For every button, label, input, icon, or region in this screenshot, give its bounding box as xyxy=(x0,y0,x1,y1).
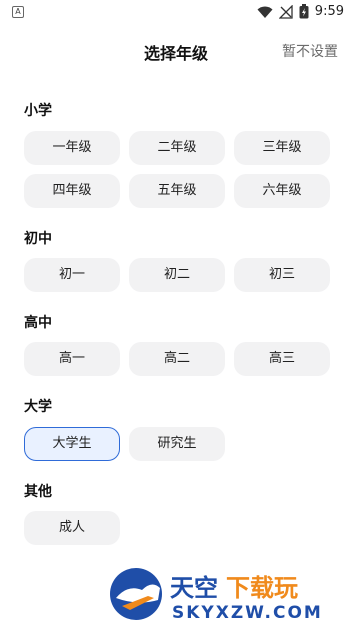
header: 选择年级 暂不设置 xyxy=(0,32,352,68)
notification-icon: A xyxy=(12,6,24,18)
grade-chip-grade-5[interactable]: 五年级 xyxy=(129,174,225,208)
grade-chip-grade-3[interactable]: 三年级 xyxy=(234,131,330,165)
grade-chip-senior-2[interactable]: 高二 xyxy=(129,342,225,376)
section-title-junior-high: 初中 xyxy=(24,231,52,247)
grade-chip-grade-1[interactable]: 一年级 xyxy=(24,131,120,165)
grade-chip-undergraduate[interactable]: 大学生 xyxy=(24,427,120,461)
grade-chip-grade-2[interactable]: 二年级 xyxy=(129,131,225,165)
status-bar: A 9:59 xyxy=(0,0,352,24)
grade-chip-graduate[interactable]: 研究生 xyxy=(129,427,225,461)
grade-chip-grade-4[interactable]: 四年级 xyxy=(24,174,120,208)
grade-chip-junior-3[interactable]: 初三 xyxy=(234,258,330,292)
svg-text:SKYXZW.COM: SKYXZW.COM xyxy=(172,603,323,622)
battery-icon xyxy=(299,4,309,19)
section-title-primary: 小学 xyxy=(24,103,52,119)
grade-chip-senior-1[interactable]: 高一 xyxy=(24,342,120,376)
wifi-icon xyxy=(257,6,273,18)
grade-chip-senior-3[interactable]: 高三 xyxy=(234,342,330,376)
section-title-university: 大学 xyxy=(24,399,52,415)
grade-chip-adult[interactable]: 成人 xyxy=(24,511,120,545)
status-icons: 9:59 xyxy=(257,4,344,19)
svg-text:下载玩: 下载玩 xyxy=(226,574,298,602)
section-title-senior-high: 高中 xyxy=(24,315,52,331)
grade-chip-junior-2[interactable]: 初二 xyxy=(129,258,225,292)
grade-chip-junior-1[interactable]: 初一 xyxy=(24,258,120,292)
section-title-other: 其他 xyxy=(24,484,52,500)
skip-button[interactable]: 暂不设置 xyxy=(282,41,338,61)
status-time: 9:59 xyxy=(314,4,344,19)
svg-text:天空: 天空 xyxy=(170,574,218,602)
watermark-logo: 天空 下载玩 SKYXZW.COM xyxy=(110,568,323,622)
grade-chip-grade-6[interactable]: 六年级 xyxy=(234,174,330,208)
signal-off-icon xyxy=(278,4,293,19)
